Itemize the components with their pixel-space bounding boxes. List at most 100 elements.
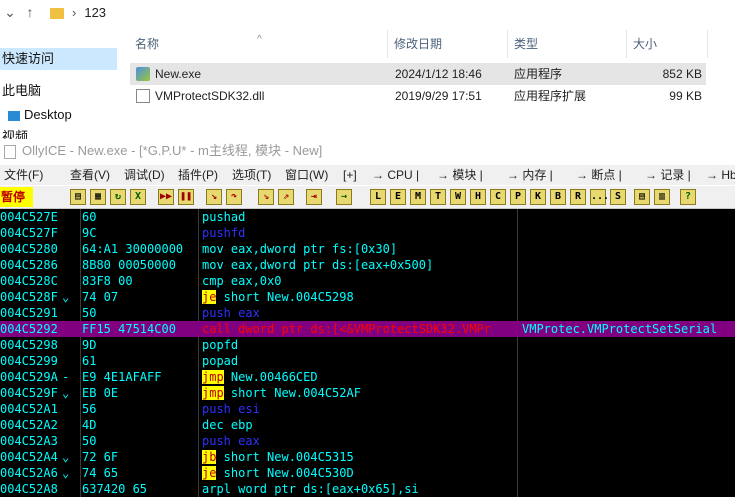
dropdown-arrow-icon[interactable]: ⌄ <box>0 4 20 21</box>
column-header-modified[interactable]: 修改日期 <box>389 30 508 58</box>
open-icon[interactable]: ▤ <box>70 189 86 205</box>
column-header-name[interactable]: 名称 ^ <box>130 30 388 58</box>
disasm-row[interactable]: 004C52A6 ⌄ 74 65 je short New.004C530D <box>0 465 735 481</box>
file-size: 852 KB <box>662 67 702 81</box>
menu-view[interactable]: 查看(V) <box>70 165 110 185</box>
file-row[interactable]: New.exe 2024/1/12 18:46 应用程序 852 KB <box>130 63 706 85</box>
disasm-row[interactable]: 004C52A4 ⌄ 72 6F jb short New.004C5315 <box>0 449 735 465</box>
disasm-hex: EB 0E <box>82 386 119 400</box>
disasm-row[interactable]: 004C529A - E9 4E1AFAFF jmp New.00466CED <box>0 369 735 385</box>
menu-memory[interactable]: → 内存 | <box>507 165 553 185</box>
column-header-size[interactable]: 大小 <box>628 30 708 58</box>
close-icon[interactable]: X <box>130 189 146 205</box>
disasm-instruction: pushfd <box>202 225 245 241</box>
jump-marker-icon: ⌄ <box>62 450 70 464</box>
menu-debug[interactable]: 调试(D) <box>124 165 165 185</box>
disasm-instruction: jmp short New.004C52AF <box>202 385 361 401</box>
menu-breakpoints[interactable]: → 断点 | <box>576 165 622 185</box>
menu-add-window[interactable]: [+] <box>343 165 357 185</box>
trace-into-icon[interactable]: ⇘ <box>258 189 274 205</box>
nav-quick-access[interactable]: 快速访问 <box>0 48 117 70</box>
disasm-hex: 9D <box>82 338 97 352</box>
log-window-button[interactable]: L <box>370 189 386 205</box>
modules-window-button[interactable]: E <box>390 189 406 205</box>
menu-options[interactable]: 选项(T) <box>232 165 271 185</box>
disasm-operands: short New.004C5298 <box>216 290 354 304</box>
disasm-row[interactable]: 004C5298 9D popfd <box>0 337 735 353</box>
execute-till-return-icon[interactable]: ⇥ <box>306 189 322 205</box>
disasm-row[interactable]: 004C52A2 4D dec ebp <box>0 417 735 433</box>
disasm-row[interactable]: 004C52A8 637420 65 arpl word ptr ds:[eax+0… <box>0 481 735 497</box>
help-button[interactable]: ? <box>680 189 696 205</box>
breadcrumb-folder[interactable]: 123 <box>84 5 106 20</box>
disasm-row[interactable]: 004C529F ⌄ EB 0E jmp short New.004C52AF <box>0 385 735 401</box>
disasm-hex: 74 65 <box>82 466 119 480</box>
step-into-icon[interactable]: ↘ <box>206 189 222 205</box>
menu-plugins[interactable]: 插件(P) <box>178 165 218 185</box>
ollyice-menu-bar: 文件(F) 查看(V) 调试(D) 插件(P) 选项(T) 窗口(W) [+] … <box>0 165 735 185</box>
exe-file-icon <box>136 67 150 81</box>
callstack-window-button[interactable]: K <box>530 189 546 205</box>
ollyice-title-bar[interactable]: OllyICE - New.exe - [*G.P.U* - m主线程, 模块 … <box>0 139 735 163</box>
options-icon[interactable]: ▥ <box>654 189 670 205</box>
address-bar[interactable]: ⌄ ↑ › 123 <box>0 0 735 24</box>
step-over-icon[interactable]: ↷ <box>226 189 242 205</box>
trace-over-icon[interactable]: ⇗ <box>278 189 294 205</box>
menu-window[interactable]: 窗口(W) <box>285 165 328 185</box>
disasm-row-current[interactable]: 004C5292 FF15 47514C00 call dword ptr ds:[… <box>0 321 735 337</box>
run-icon[interactable]: ▶▶ <box>158 189 174 205</box>
disasm-operands: popad <box>202 354 239 368</box>
disasm-instruction: je short New.004C5298 <box>202 289 354 305</box>
disasm-hex: 50 <box>82 434 97 448</box>
disasm-hex: 61 <box>82 354 97 368</box>
restart-icon[interactable]: ↻ <box>110 189 126 205</box>
disasm-row[interactable]: 004C5299 61 popad <box>0 353 735 369</box>
file-name: New.exe <box>155 67 202 81</box>
ollyice-window: OllyICE - New.exe - [*G.P.U* - m主线程, 模块 … <box>0 139 735 497</box>
menu-hb[interactable]: → Hb <box>706 165 735 185</box>
disasm-row[interactable]: 004C5291 50 push eax <box>0 305 735 321</box>
nav-desktop[interactable]: Desktop <box>0 104 72 126</box>
file-list: 名称 ^ 修改日期 类型 大小 New.exe 2024/1/12 18:46 应… <box>130 30 735 150</box>
breakpoints-window-button[interactable]: B <box>550 189 566 205</box>
disasm-address: 004C5291 <box>0 306 58 320</box>
column-header-type[interactable]: 类型 <box>509 30 627 58</box>
file-row[interactable]: VMProtectSDK32.dll 2019/9/29 17:51 应用程序扩… <box>130 85 706 107</box>
references-window-button[interactable]: R <box>570 189 586 205</box>
navigation-pane: 快速访问 此电脑 Desktop 视频 <box>0 28 117 150</box>
nav-desktop-label: Desktop <box>24 107 72 122</box>
settings-icon[interactable]: ▤ <box>634 189 650 205</box>
run-trace-window-button[interactable]: ... <box>590 189 609 205</box>
threads-window-button[interactable]: T <box>430 189 446 205</box>
menu-modules[interactable]: → 模块 | <box>437 165 483 185</box>
cpu-window-button[interactable]: C <box>490 189 506 205</box>
back-arrow-icon[interactable]: ↑ <box>20 4 40 20</box>
windows-window-button[interactable]: W <box>450 189 466 205</box>
memory-window-button[interactable]: M <box>410 189 426 205</box>
menu-file[interactable]: 文件(F) <box>4 165 43 185</box>
column-header-name-label: 名称 <box>135 37 160 51</box>
save-icon[interactable]: ▦ <box>90 189 106 205</box>
disasm-row[interactable]: 004C52A1 56 push esi <box>0 401 735 417</box>
ollyice-app-icon <box>4 144 16 159</box>
disasm-row[interactable]: 004C528C 83F8 00 cmp eax,0x0 <box>0 273 735 289</box>
disasm-operands: push eax <box>202 434 260 448</box>
pause-icon[interactable]: ❚❚ <box>178 189 194 205</box>
disasm-row[interactable]: 004C527E 60 pushad <box>0 209 735 225</box>
source-window-button[interactable]: S <box>610 189 626 205</box>
disasm-row[interactable]: 004C528F ⌄ 74 07 je short New.004C5298 <box>0 289 735 305</box>
disasm-operands: arpl word ptr ds:[eax+0x65],si <box>202 482 419 496</box>
menu-cpu[interactable]: → CPU | <box>372 165 419 185</box>
ollyice-toolbar: 暂停 ▤ ▦ ↻ X ▶▶ ❚❚ ↘ ↷ ⇘ ⇗ ⇥ → L E M T W H… <box>0 186 735 209</box>
file-size: 99 KB <box>669 89 702 103</box>
disasm-row[interactable]: 004C52A3 50 push eax <box>0 433 735 449</box>
go-to-icon[interactable]: → <box>336 189 352 205</box>
disassembly-pane[interactable]: 004C527E 60 pushad 004C527F 9C pushfd 004C5280… <box>0 209 735 497</box>
disasm-row[interactable]: 004C5286 8B80 00050000 mov eax,dword ptr d… <box>0 257 735 273</box>
disasm-row[interactable]: 004C527F 9C pushfd <box>0 225 735 241</box>
menu-log[interactable]: → 记录 | <box>645 165 691 185</box>
handles-window-button[interactable]: H <box>470 189 486 205</box>
nav-this-pc[interactable]: 此电脑 <box>0 80 41 102</box>
patches-window-button[interactable]: P <box>510 189 526 205</box>
disasm-row[interactable]: 004C5280 64:A1 30000000 mov eax,dword ptr … <box>0 241 735 257</box>
